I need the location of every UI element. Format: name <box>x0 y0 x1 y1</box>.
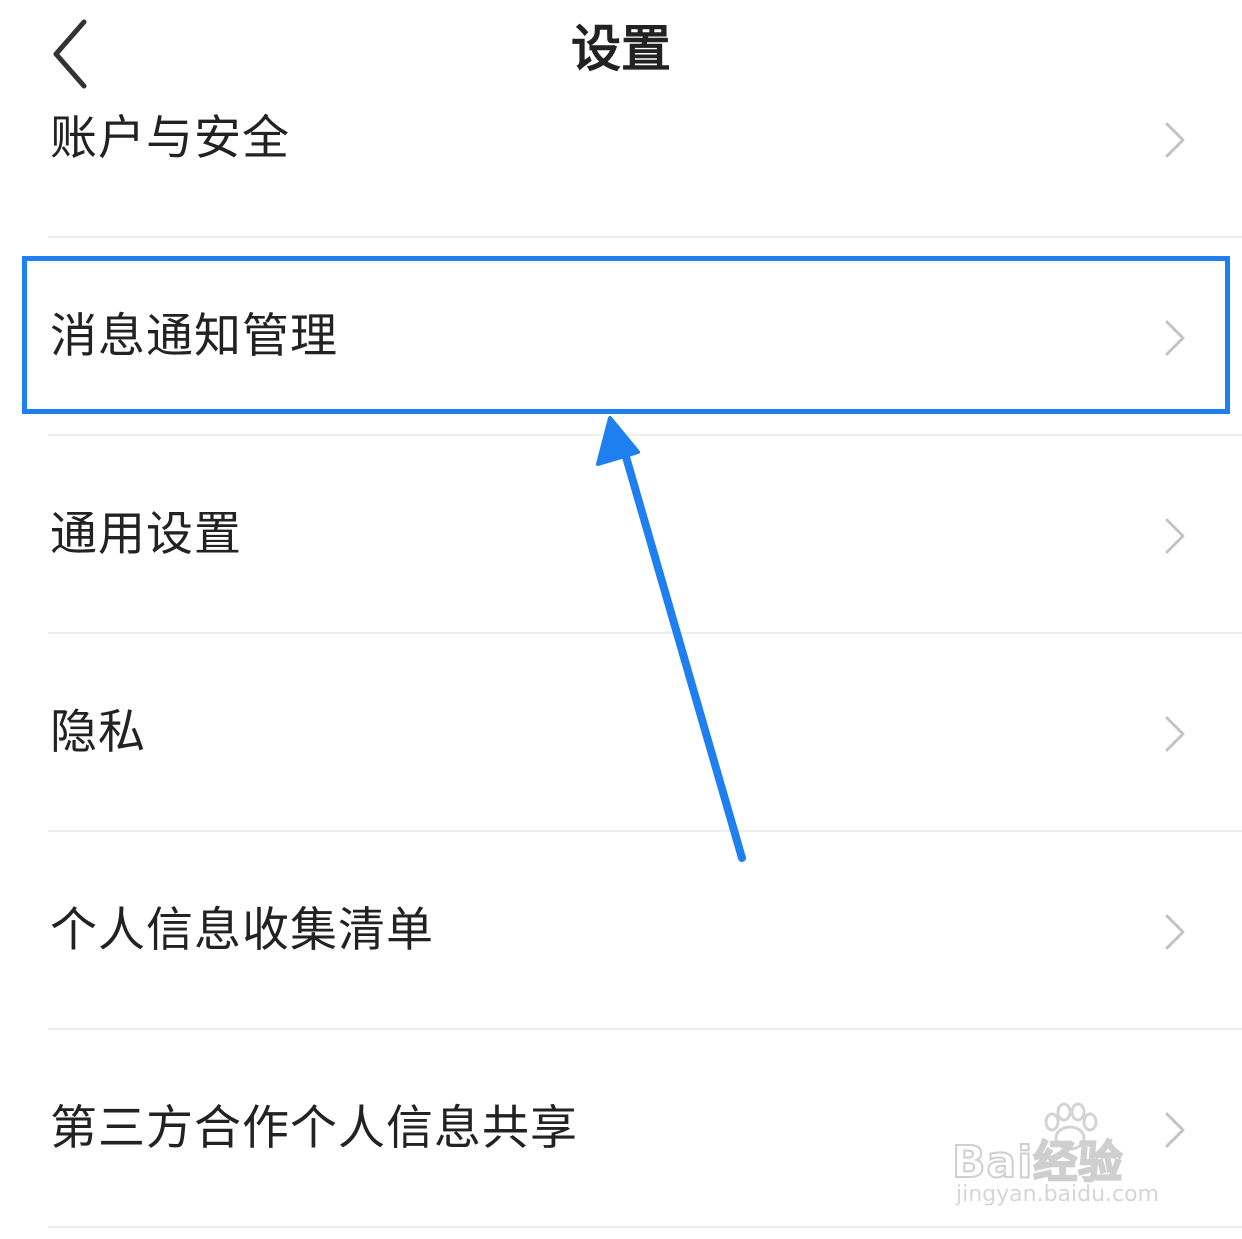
settings-item-privacy[interactable]: 隐私 <box>0 634 1242 832</box>
chevron-right-icon <box>1165 914 1185 950</box>
settings-item-label: 账户与安全 <box>50 111 290 166</box>
settings-item-third-party-sharing[interactable]: 第三方合作个人信息共享 <box>0 1030 1242 1228</box>
chevron-right-icon <box>1165 518 1185 554</box>
settings-item-label: 第三方合作个人信息共享 <box>50 1101 578 1156</box>
settings-item-label: 通用设置 <box>50 507 242 562</box>
settings-item-label: 隐私 <box>50 705 146 760</box>
settings-item-label: 个人信息收集清单 <box>50 903 434 958</box>
chevron-right-icon <box>1165 122 1185 158</box>
settings-list: 账户与安全 消息通知管理 通用设置 隐私 个人信息收集清单 第三方合作个人信息共 <box>0 40 1242 1228</box>
divider <box>48 1226 1242 1228</box>
settings-item-personal-info-list[interactable]: 个人信息收集清单 <box>0 832 1242 1030</box>
chevron-right-icon <box>1165 716 1185 752</box>
chevron-right-icon <box>1165 1112 1185 1148</box>
settings-item-label: 消息通知管理 <box>50 309 338 364</box>
settings-item-account-security[interactable]: 账户与安全 <box>0 40 1242 238</box>
settings-item-notification-management[interactable]: 消息通知管理 <box>0 238 1242 436</box>
settings-item-general-settings[interactable]: 通用设置 <box>0 436 1242 634</box>
chevron-right-icon <box>1165 320 1185 356</box>
